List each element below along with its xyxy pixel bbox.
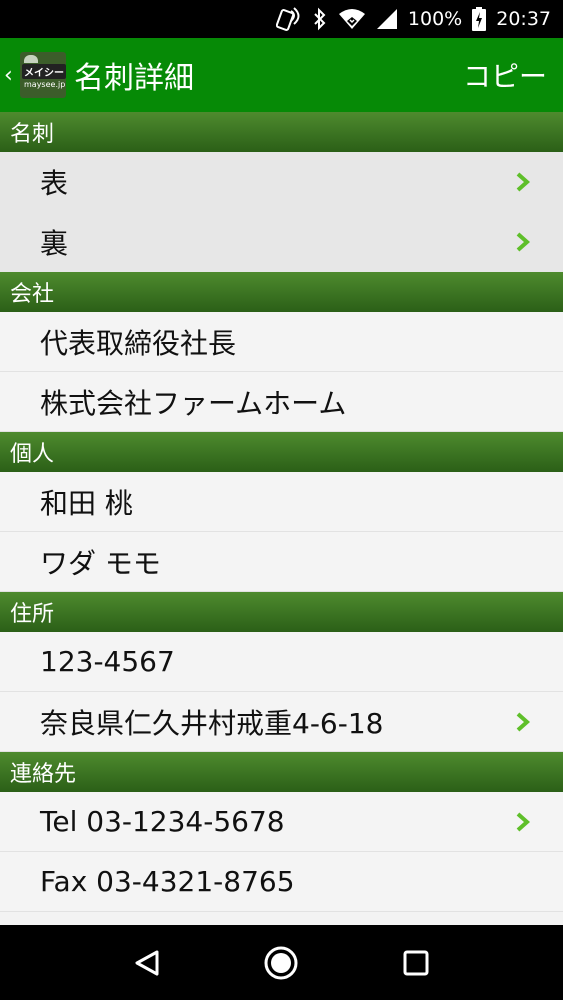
wifi-icon — [338, 8, 366, 30]
row-label: ワダ モモ — [40, 546, 161, 580]
job-title-row[interactable]: 代表取締役社長 — [0, 312, 563, 372]
section-header-company: 会社 — [0, 272, 563, 312]
company-name-row[interactable]: 株式会社ファームホーム — [0, 372, 563, 432]
logo-subtext: maysee.jp — [24, 80, 66, 89]
clock: 20:37 — [496, 8, 551, 30]
battery-level: 100% — [407, 8, 463, 30]
chevron-right-icon — [513, 170, 533, 194]
row-label: 裏 — [40, 227, 69, 260]
logo-text: メイシー — [22, 64, 66, 79]
signal-icon — [376, 8, 398, 30]
postal-code-row[interactable]: 123-4567 — [0, 632, 563, 692]
row-label: 和田 桃 — [40, 486, 133, 520]
chevron-right-icon — [513, 710, 533, 734]
row-label: 123-4567 — [40, 645, 175, 678]
person-name-row[interactable]: 和田 桃 — [0, 472, 563, 532]
fax-row[interactable]: Fax 03-4321-8765 — [0, 852, 563, 912]
copy-button[interactable]: コピー — [463, 55, 547, 95]
bluetooth-icon — [312, 7, 328, 31]
address-row[interactable]: 奈良県仁久井村戒重4-6-18 — [0, 692, 563, 752]
tel-row[interactable]: Tel 03-1234-5678 — [0, 792, 563, 852]
card-detail-list[interactable]: 名刺 表 裏 会社 代表取締役社長 株式会社ファームホーム 個人 和田 桃 ワダ… — [0, 112, 563, 925]
page-title: 名刺詳細 — [74, 61, 194, 96]
row-label: Tel 03-1234-5678 — [40, 805, 285, 838]
card-front-row[interactable]: 表 — [0, 152, 563, 212]
home-circle-icon[interactable] — [259, 941, 303, 985]
status-bar: 100% 20:37 — [0, 0, 563, 38]
app-logo-icon[interactable]: メイシー maysee.jp — [20, 52, 66, 98]
section-header-personal: 個人 — [0, 432, 563, 472]
battery-charging-icon — [472, 7, 487, 31]
person-name-kana-row[interactable]: ワダ モモ — [0, 532, 563, 592]
nfc-icon — [275, 7, 302, 31]
row-label: Fax 03-4321-8765 — [40, 865, 295, 898]
chevron-right-icon — [513, 230, 533, 254]
row-label: 奈良県仁久井村戒重4-6-18 — [40, 706, 384, 740]
section-header-card: 名刺 — [0, 112, 563, 152]
row-label: 代表取締役社長 — [40, 326, 237, 360]
row-label: 株式会社ファームホーム — [40, 386, 347, 420]
chevron-right-icon — [513, 810, 533, 834]
action-bar: ‹ メイシー maysee.jp 名刺詳細 コピー — [0, 38, 563, 112]
navigation-bar — [0, 925, 563, 1000]
section-header-address: 住所 — [0, 592, 563, 632]
recents-square-icon[interactable] — [394, 941, 438, 985]
section-header-contact: 連絡先 — [0, 752, 563, 792]
logo-decoration — [24, 55, 38, 63]
up-caret-icon[interactable]: ‹ — [4, 63, 18, 88]
card-back-row[interactable]: 裏 — [0, 212, 563, 272]
row-label: 表 — [40, 167, 69, 200]
back-triangle-icon[interactable] — [125, 941, 169, 985]
